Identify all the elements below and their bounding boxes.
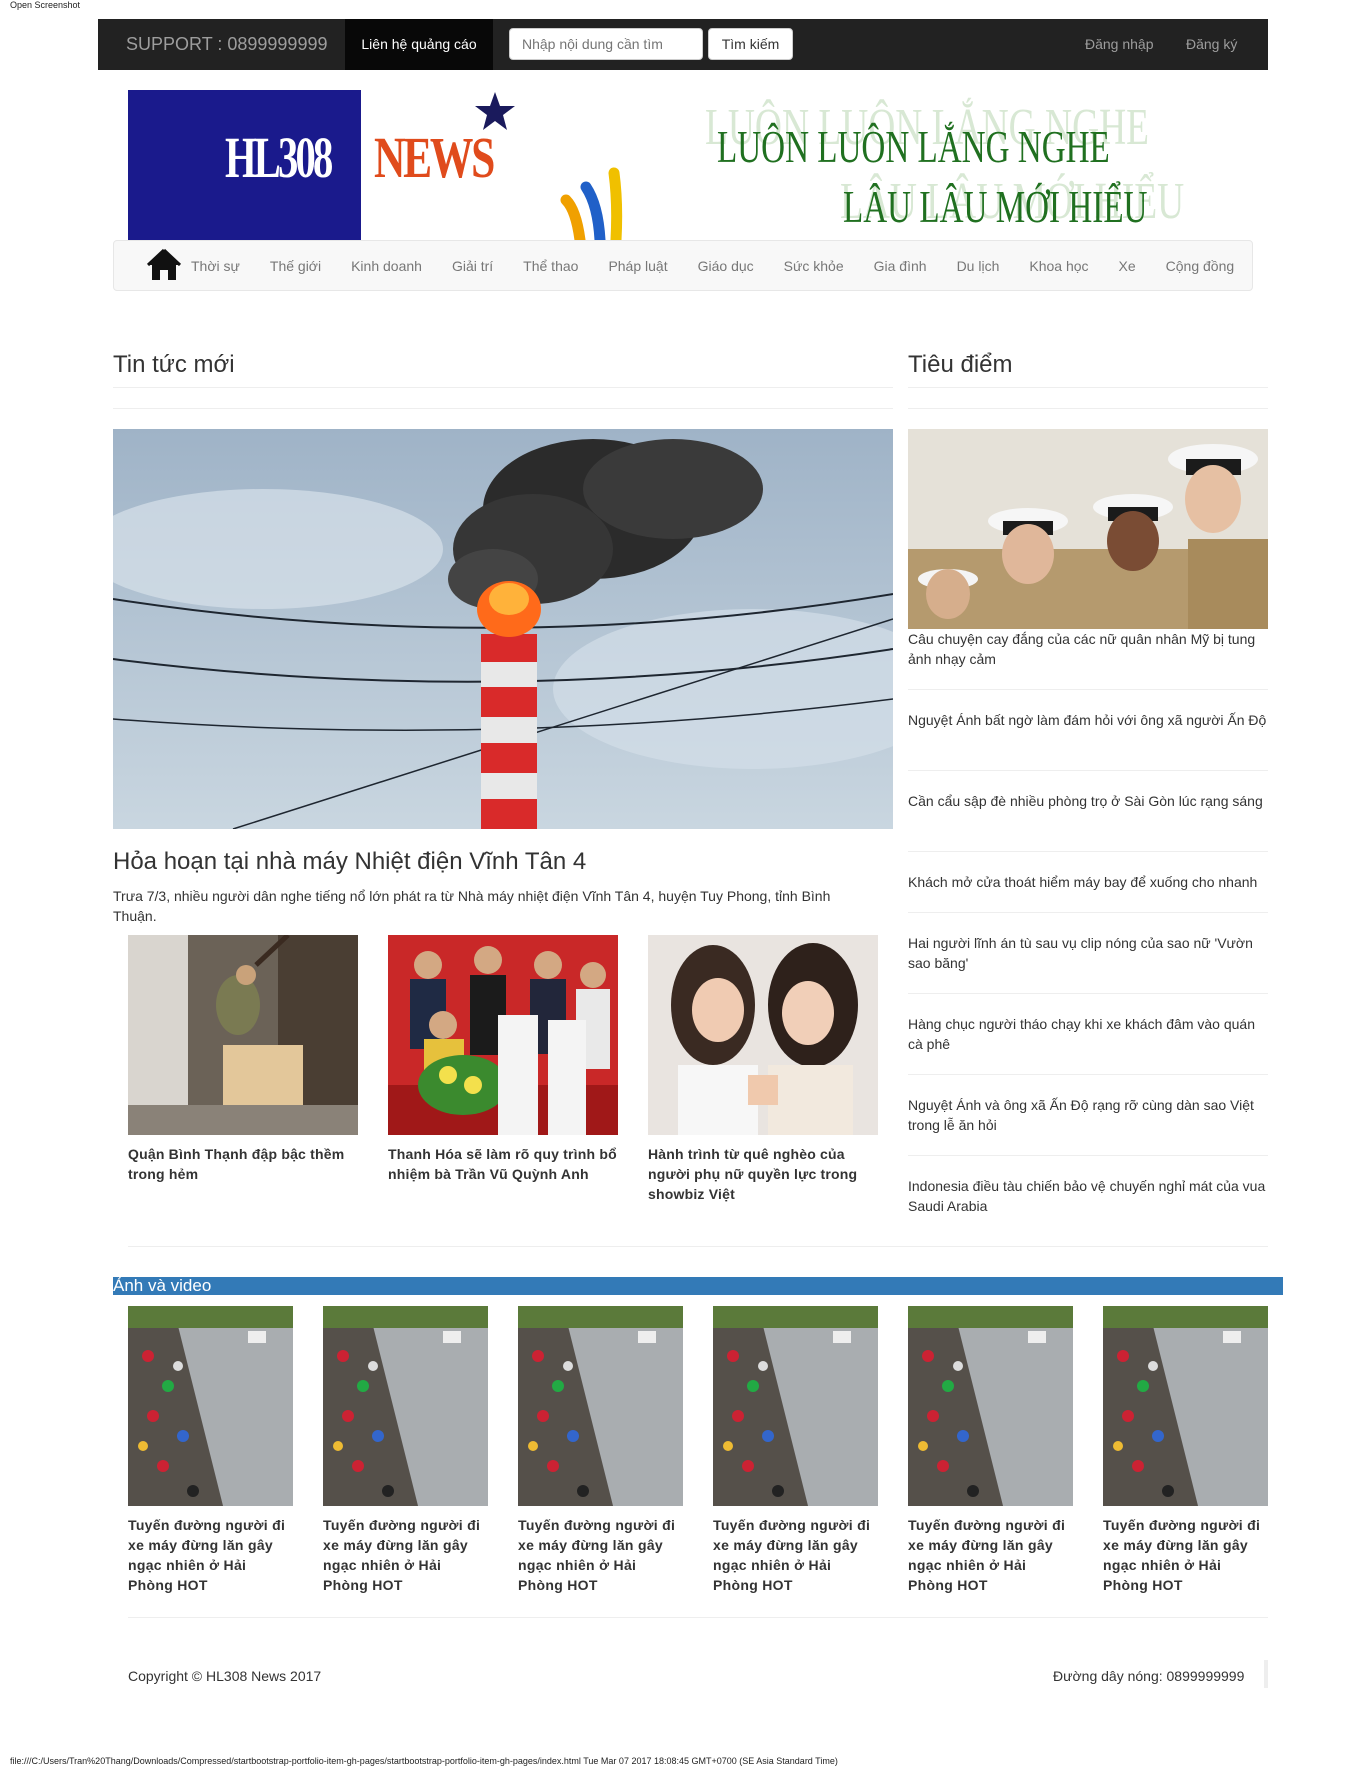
search-button[interactable]: Tìm kiếm <box>708 28 793 60</box>
highlight-divider <box>908 912 1268 913</box>
photo-video-caption[interactable]: Tuyến đường người đi xe máy đừng lăn gây… <box>518 1515 683 1595</box>
photo-video-image[interactable] <box>518 1306 683 1506</box>
nav-item-gia-dinh[interactable]: Gia đình <box>859 241 942 291</box>
photo-video-heading: Ảnh và video <box>113 1277 1283 1295</box>
news-card-image[interactable] <box>388 935 618 1135</box>
highlight-divider <box>908 993 1268 994</box>
highlight-item[interactable]: Nguyệt Ánh và ông xã Ấn Độ rạng rỡ cùng … <box>908 1095 1268 1135</box>
footer-divider <box>128 1617 1268 1618</box>
heading-divider <box>113 387 893 388</box>
category-navbar: Thời sự Thế giới Kinh doanh Giải trí Thể… <box>113 240 1253 291</box>
photo-video-image[interactable] <box>128 1306 293 1506</box>
news-card-caption[interactable]: Quận Bình Thạnh đập bậc thềm trong hẻm <box>128 1144 358 1184</box>
highlight-divider <box>908 770 1268 771</box>
highlight-divider <box>908 1155 1268 1156</box>
news-card-caption[interactable]: Hành trình từ quê nghèo của người phụ nữ… <box>648 1144 878 1204</box>
slogan-line1: LUÔN LUÔN LẮNG NGHE <box>717 121 1110 172</box>
logo-news-text: NEWS <box>374 125 495 190</box>
login-link[interactable]: Đăng nhập <box>1085 19 1154 70</box>
photo-video-card[interactable]: Tuyến đường người đi xe máy đừng lăn gây… <box>908 1306 1073 1595</box>
top-navbar: SUPPORT : 0899999999 Liên hệ quảng cáo T… <box>98 19 1268 70</box>
photo-video-image[interactable] <box>908 1306 1073 1506</box>
news-card-caption[interactable]: Thanh Hóa sẽ làm rõ quy trình bổ nhiệm b… <box>388 1144 618 1184</box>
photo-video-card[interactable]: Tuyến đường người đi xe máy đừng lăn gây… <box>713 1306 878 1595</box>
news-card-image[interactable] <box>128 935 358 1135</box>
news-card[interactable]: Quận Bình Thạnh đập bậc thềm trong hẻm <box>128 935 358 1184</box>
news-card-image[interactable] <box>648 935 878 1135</box>
heading-divider <box>908 387 1268 388</box>
highlight-item[interactable]: Hàng chục người tháo chạy khi xe khách đ… <box>908 1014 1268 1054</box>
star-icon <box>475 92 515 130</box>
nav-item-suc-khoe[interactable]: Sức khỏe <box>769 241 859 291</box>
support-phone: SUPPORT : 0899999999 <box>126 34 328 54</box>
signal-logo-icon <box>560 167 623 240</box>
nav-item-phap-luat[interactable]: Pháp luật <box>593 241 682 291</box>
footer-edge <box>1264 1660 1268 1688</box>
photo-video-card[interactable]: Tuyến đường người đi xe máy đừng lăn gây… <box>1103 1306 1268 1595</box>
nav-item-giai-tri[interactable]: Giải trí <box>437 241 508 291</box>
news-card[interactable]: Hành trình từ quê nghèo của người phụ nữ… <box>648 935 878 1204</box>
highlight-item[interactable]: Cần cẩu sập đè nhiều phòng trọ ở Sài Gòn… <box>908 791 1268 811</box>
photo-video-card[interactable]: Tuyến đường người đi xe máy đừng lăn gây… <box>128 1306 293 1595</box>
news-card[interactable]: Thanh Hóa sẽ làm rõ quy trình bổ nhiệm b… <box>388 935 618 1184</box>
highlight-item[interactable]: Câu chuyện cay đắng của các nữ quân nhân… <box>908 629 1268 669</box>
highlight-item[interactable]: Nguyệt Ánh bất ngờ làm đám hỏi với ông x… <box>908 710 1268 730</box>
featured-news-summary: Trưa 7/3, nhiều người dân nghe tiếng nổ … <box>113 888 831 924</box>
photo-video-card[interactable]: Tuyến đường người đi xe máy đừng lăn gây… <box>518 1306 683 1595</box>
highlight-item[interactable]: Indonesia điều tàu chiến bảo vệ chuyến n… <box>908 1176 1268 1216</box>
photo-video-image[interactable] <box>1103 1306 1268 1506</box>
heading-divider <box>908 408 1268 409</box>
highlight-item[interactable]: Hai người lĩnh án tù sau vụ clip nóng củ… <box>908 933 1268 973</box>
featured-news-image[interactable] <box>113 429 893 829</box>
nav-item-cong-dong[interactable]: Cộng đồng <box>1151 241 1235 291</box>
copyright-text: Copyright © HL308 News 2017 <box>128 1668 322 1684</box>
highlight-divider <box>908 1074 1268 1075</box>
logo-hl-text: HL308 <box>225 125 333 190</box>
photo-video-caption[interactable]: Tuyến đường người đi xe máy đừng lăn gây… <box>713 1515 878 1595</box>
photo-video-card[interactable]: Tuyến đường người đi xe máy đừng lăn gây… <box>323 1306 488 1595</box>
search-input[interactable] <box>509 28 703 60</box>
register-link[interactable]: Đăng ký <box>1186 19 1237 70</box>
hotline-text: Đường dây nóng: 0899999999 <box>1053 1668 1245 1684</box>
highlights-heading: Tiêu điểm <box>908 351 1013 378</box>
screenshot-label: Open Screenshot <box>10 0 81 10</box>
photo-video-image[interactable] <box>323 1306 488 1506</box>
section-divider <box>128 1246 1268 1247</box>
latest-news-heading: Tin tức mới <box>113 351 235 378</box>
photo-video-image[interactable] <box>713 1306 878 1506</box>
nav-item-thoi-su[interactable]: Thời sự <box>176 241 255 291</box>
photo-video-caption[interactable]: Tuyến đường người đi xe máy đừng lăn gây… <box>908 1515 1073 1595</box>
highlight-image[interactable] <box>908 429 1268 629</box>
photo-video-caption[interactable]: Tuyến đường người đi xe máy đừng lăn gây… <box>323 1515 488 1595</box>
nav-item-the-thao[interactable]: Thể thao <box>508 241 593 291</box>
ads-contact-link[interactable]: Liên hệ quảng cáo <box>345 19 493 70</box>
heading-divider <box>113 408 893 409</box>
featured-news-title[interactable]: Hỏa hoạn tại nhà máy Nhiệt điện Vĩnh Tân… <box>113 848 586 876</box>
nav-item-the-gioi[interactable]: Thế giới <box>255 241 336 291</box>
nav-items: Thời sự Thế giới Kinh doanh Giải trí Thể… <box>176 241 1234 291</box>
nav-item-xe[interactable]: Xe <box>1104 241 1151 291</box>
print-footer-path: file:///C:/Users/Tran%20Thang/Downloads/… <box>10 1756 838 1766</box>
highlight-divider <box>908 851 1268 852</box>
photo-video-caption[interactable]: Tuyến đường người đi xe máy đừng lăn gây… <box>1103 1515 1268 1595</box>
slogan-line2: LÂU LÂU MỚI HIỂU <box>843 181 1148 232</box>
photo-video-caption[interactable]: Tuyến đường người đi xe máy đừng lăn gây… <box>128 1515 293 1595</box>
nav-item-du-lich[interactable]: Du lịch <box>942 241 1015 291</box>
nav-item-giao-duc[interactable]: Giáo dục <box>683 241 769 291</box>
highlight-item[interactable]: Khách mở cửa thoát hiểm máy bay để xuống… <box>908 872 1268 892</box>
highlight-divider <box>908 689 1268 690</box>
nav-item-kinh-doanh[interactable]: Kinh doanh <box>336 241 437 291</box>
nav-item-khoa-hoc[interactable]: Khoa học <box>1014 241 1103 291</box>
